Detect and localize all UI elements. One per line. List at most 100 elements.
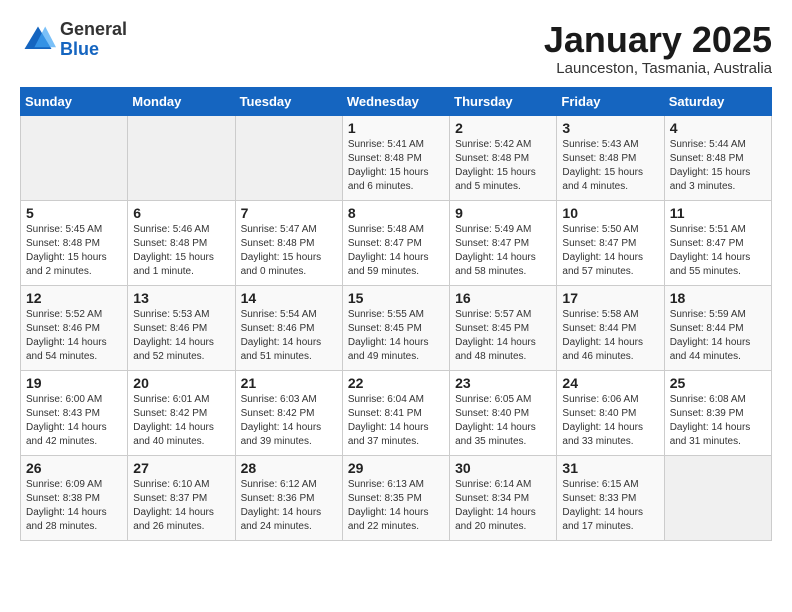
- cell-info: Sunrise: 5:58 AMSunset: 8:44 PMDaylight:…: [562, 308, 658, 364]
- calendar-cell: 8 Sunrise: 5:48 AMSunset: 8:47 PMDaylight…: [342, 200, 449, 285]
- cell-info: Sunrise: 6:08 AMSunset: 8:39 PMDaylight:…: [670, 393, 766, 449]
- cell-info: Sunrise: 5:51 AMSunset: 8:47 PMDaylight:…: [670, 223, 766, 279]
- day-number: 6: [133, 205, 229, 221]
- calendar-body: 1 Sunrise: 5:41 AMSunset: 8:48 PMDaylight…: [21, 115, 772, 540]
- page-header: General Blue January 2025 Launceston, Ta…: [20, 20, 772, 77]
- calendar-cell: 15Sunrise: 5:55 AMSunset: 8:45 PMDayligh…: [342, 285, 449, 370]
- calendar-cell: 29Sunrise: 6:13 AMSunset: 8:35 PMDayligh…: [342, 455, 449, 540]
- cell-info: Sunrise: 5:49 AMSunset: 8:47 PMDaylight:…: [455, 223, 551, 279]
- title-block: January 2025 Launceston, Tasmania, Austr…: [544, 20, 772, 77]
- cell-info: Sunrise: 5:50 AMSunset: 8:47 PMDaylight:…: [562, 223, 658, 279]
- cell-info: Sunrise: 5:41 AMSunset: 8:48 PMDaylight:…: [348, 138, 444, 194]
- day-number: 23: [455, 375, 551, 391]
- cell-info: Sunrise: 6:14 AMSunset: 8:34 PMDaylight:…: [455, 478, 551, 534]
- day-number: 24: [562, 375, 658, 391]
- day-number: 1: [348, 120, 444, 136]
- calendar-cell: 10 Sunrise: 5:50 AMSunset: 8:47 PMDayligh…: [557, 200, 664, 285]
- calendar-cell: 12 Sunrise: 5:52 AMSunset: 8:46 PMDayligh…: [21, 285, 128, 370]
- calendar-cell: [21, 115, 128, 200]
- logo: General Blue: [20, 20, 127, 60]
- calendar-cell: 27 Sunrise: 6:10 AMSunset: 8:37 PMDayligh…: [128, 455, 235, 540]
- cell-info: Sunrise: 6:03 AMSunset: 8:42 PMDaylight:…: [241, 393, 337, 449]
- calendar-cell: 7Sunrise: 5:47 AMSunset: 8:48 PMDaylight…: [235, 200, 342, 285]
- calendar-cell: 9 Sunrise: 5:49 AMSunset: 8:47 PMDaylight…: [450, 200, 557, 285]
- cell-info: Sunrise: 6:05 AMSunset: 8:40 PMDaylight:…: [455, 393, 551, 449]
- cell-info: Sunrise: 6:06 AMSunset: 8:40 PMDaylight:…: [562, 393, 658, 449]
- calendar-week-row: 5 Sunrise: 5:45 AMSunset: 8:48 PMDaylight…: [21, 200, 772, 285]
- logo-text: General Blue: [60, 20, 127, 60]
- calendar-cell: 6 Sunrise: 5:46 AMSunset: 8:48 PMDaylight…: [128, 200, 235, 285]
- calendar-cell: 25 Sunrise: 6:08 AMSunset: 8:39 PMDayligh…: [664, 370, 771, 455]
- weekday-header: Thursday: [450, 87, 557, 115]
- calendar-week-row: 1 Sunrise: 5:41 AMSunset: 8:48 PMDaylight…: [21, 115, 772, 200]
- day-number: 12: [26, 290, 122, 306]
- logo-icon: [20, 22, 56, 58]
- calendar-cell: 1 Sunrise: 5:41 AMSunset: 8:48 PMDaylight…: [342, 115, 449, 200]
- calendar-cell: 17 Sunrise: 5:58 AMSunset: 8:44 PMDayligh…: [557, 285, 664, 370]
- calendar-cell: 18Sunrise: 5:59 AMSunset: 8:44 PMDayligh…: [664, 285, 771, 370]
- day-number: 10: [562, 205, 658, 221]
- day-number: 27: [133, 460, 229, 476]
- logo-blue-text: Blue: [60, 40, 127, 60]
- cell-info: Sunrise: 5:43 AMSunset: 8:48 PMDaylight:…: [562, 138, 658, 194]
- day-number: 25: [670, 375, 766, 391]
- calendar-week-row: 12 Sunrise: 5:52 AMSunset: 8:46 PMDayligh…: [21, 285, 772, 370]
- calendar-cell: [235, 115, 342, 200]
- cell-info: Sunrise: 5:44 AMSunset: 8:48 PMDaylight:…: [670, 138, 766, 194]
- day-number: 8: [348, 205, 444, 221]
- weekday-header: Friday: [557, 87, 664, 115]
- cell-info: Sunrise: 5:47 AMSunset: 8:48 PMDaylight:…: [241, 223, 337, 279]
- calendar-cell: 2 Sunrise: 5:42 AMSunset: 8:48 PMDaylight…: [450, 115, 557, 200]
- calendar-cell: 13 Sunrise: 5:53 AMSunset: 8:46 PMDayligh…: [128, 285, 235, 370]
- day-number: 13: [133, 290, 229, 306]
- weekday-header: Wednesday: [342, 87, 449, 115]
- day-number: 17: [562, 290, 658, 306]
- cell-info: Sunrise: 6:10 AMSunset: 8:37 PMDaylight:…: [133, 478, 229, 534]
- calendar-cell: 20 Sunrise: 6:01 AMSunset: 8:42 PMDayligh…: [128, 370, 235, 455]
- weekday-header: Tuesday: [235, 87, 342, 115]
- cell-info: Sunrise: 6:15 AMSunset: 8:33 PMDaylight:…: [562, 478, 658, 534]
- calendar-cell: 26 Sunrise: 6:09 AMSunset: 8:38 PMDayligh…: [21, 455, 128, 540]
- calendar-cell: 14Sunrise: 5:54 AMSunset: 8:46 PMDayligh…: [235, 285, 342, 370]
- calendar-cell: [664, 455, 771, 540]
- calendar-week-row: 26 Sunrise: 6:09 AMSunset: 8:38 PMDayligh…: [21, 455, 772, 540]
- location: Launceston, Tasmania, Australia: [544, 60, 772, 77]
- weekday-header: Saturday: [664, 87, 771, 115]
- cell-info: Sunrise: 5:52 AMSunset: 8:46 PMDaylight:…: [26, 308, 122, 364]
- day-number: 30: [455, 460, 551, 476]
- cell-info: Sunrise: 5:53 AMSunset: 8:46 PMDaylight:…: [133, 308, 229, 364]
- calendar-cell: 5 Sunrise: 5:45 AMSunset: 8:48 PMDaylight…: [21, 200, 128, 285]
- cell-info: Sunrise: 5:45 AMSunset: 8:48 PMDaylight:…: [26, 223, 122, 279]
- calendar-cell: 23 Sunrise: 6:05 AMSunset: 8:40 PMDayligh…: [450, 370, 557, 455]
- calendar-cell: 4 Sunrise: 5:44 AMSunset: 8:48 PMDaylight…: [664, 115, 771, 200]
- day-number: 2: [455, 120, 551, 136]
- calendar-cell: 28Sunrise: 6:12 AMSunset: 8:36 PMDayligh…: [235, 455, 342, 540]
- cell-info: Sunrise: 5:54 AMSunset: 8:46 PMDaylight:…: [241, 308, 337, 364]
- calendar-cell: 19Sunrise: 6:00 AMSunset: 8:43 PMDayligh…: [21, 370, 128, 455]
- cell-info: Sunrise: 6:01 AMSunset: 8:42 PMDaylight:…: [133, 393, 229, 449]
- day-number: 5: [26, 205, 122, 221]
- cell-info: Sunrise: 6:13 AMSunset: 8:35 PMDaylight:…: [348, 478, 444, 534]
- day-number: 15: [348, 290, 444, 306]
- calendar-week-row: 19Sunrise: 6:00 AMSunset: 8:43 PMDayligh…: [21, 370, 772, 455]
- cell-info: Sunrise: 6:09 AMSunset: 8:38 PMDaylight:…: [26, 478, 122, 534]
- calendar-cell: 22Sunrise: 6:04 AMSunset: 8:41 PMDayligh…: [342, 370, 449, 455]
- cell-info: Sunrise: 5:57 AMSunset: 8:45 PMDaylight:…: [455, 308, 551, 364]
- day-number: 20: [133, 375, 229, 391]
- day-number: 16: [455, 290, 551, 306]
- cell-info: Sunrise: 5:42 AMSunset: 8:48 PMDaylight:…: [455, 138, 551, 194]
- calendar-header: SundayMondayTuesdayWednesdayThursdayFrid…: [21, 87, 772, 115]
- logo-general-text: General: [60, 20, 127, 40]
- calendar-cell: 21Sunrise: 6:03 AMSunset: 8:42 PMDayligh…: [235, 370, 342, 455]
- weekday-row: SundayMondayTuesdayWednesdayThursdayFrid…: [21, 87, 772, 115]
- cell-info: Sunrise: 5:48 AMSunset: 8:47 PMDaylight:…: [348, 223, 444, 279]
- day-number: 9: [455, 205, 551, 221]
- calendar-cell: 3 Sunrise: 5:43 AMSunset: 8:48 PMDaylight…: [557, 115, 664, 200]
- day-number: 3: [562, 120, 658, 136]
- calendar-cell: 30 Sunrise: 6:14 AMSunset: 8:34 PMDayligh…: [450, 455, 557, 540]
- day-number: 26: [26, 460, 122, 476]
- weekday-header: Sunday: [21, 87, 128, 115]
- day-number: 11: [670, 205, 766, 221]
- cell-info: Sunrise: 5:46 AMSunset: 8:48 PMDaylight:…: [133, 223, 229, 279]
- day-number: 4: [670, 120, 766, 136]
